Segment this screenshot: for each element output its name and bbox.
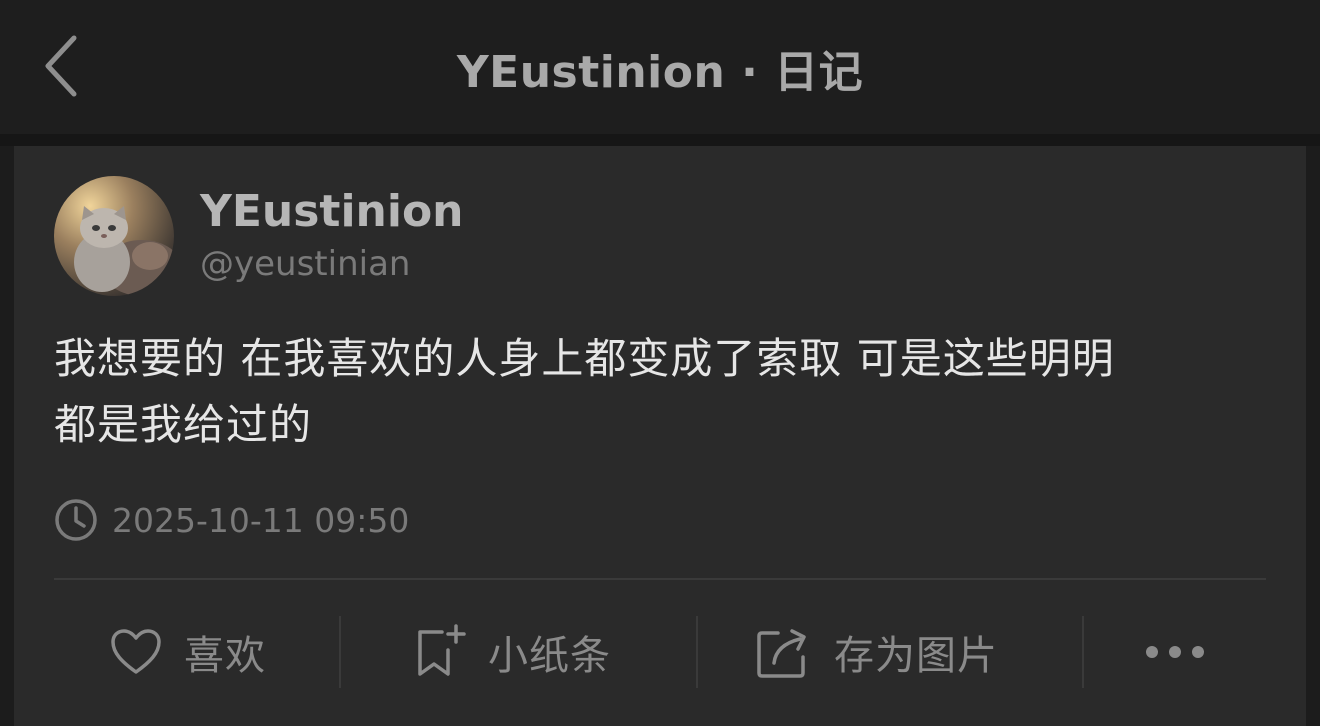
save-image-button[interactable]: 存为图片: [756, 612, 998, 692]
bookmark-add-icon: [418, 624, 466, 676]
post-content-line: 都是我给过的: [54, 400, 313, 449]
clock-icon: [55, 499, 97, 541]
note-label: 小纸条: [488, 633, 611, 679]
page-title: YEustinion · 日记: [456, 47, 864, 98]
avatar-image: [54, 176, 174, 296]
post-content-line: 我想要的 在我喜欢的人身上都变成了索取 可是这些明明: [54, 334, 1115, 383]
diary-post-card: YEustinion @yeustinian 我想要的 在我喜欢的人身上都变成了…: [14, 146, 1306, 726]
more-dots-icon: [1146, 646, 1204, 658]
post-content: 我想要的 在我喜欢的人身上都变成了索取 可是这些明明 都是我给过的: [54, 326, 1264, 458]
action-separator: [339, 616, 341, 688]
avatar[interactable]: [54, 176, 174, 296]
action-separator: [696, 616, 698, 688]
like-button[interactable]: 喜欢: [110, 612, 266, 692]
timestamp-row: 2025-10-11 09:50: [54, 498, 409, 542]
header-divider: [0, 134, 1320, 146]
action-separator: [1082, 616, 1084, 688]
heart-icon: [111, 629, 161, 674]
author-handle: @yeustinian: [200, 244, 411, 284]
post-timestamp: 2025-10-11 09:50: [112, 500, 410, 540]
like-label: 喜欢: [184, 633, 266, 679]
divider: [54, 578, 1266, 580]
action-bar: 喜欢 小纸条 存为图片: [14, 612, 1306, 692]
author-name[interactable]: YEustinion: [200, 186, 464, 237]
save-image-label: 存为图片: [834, 633, 998, 679]
more-button[interactable]: [1142, 612, 1208, 692]
top-bar: YEustinion · 日记: [0, 0, 1320, 134]
note-button[interactable]: 小纸条: [414, 612, 611, 692]
share-icon: [757, 629, 806, 678]
